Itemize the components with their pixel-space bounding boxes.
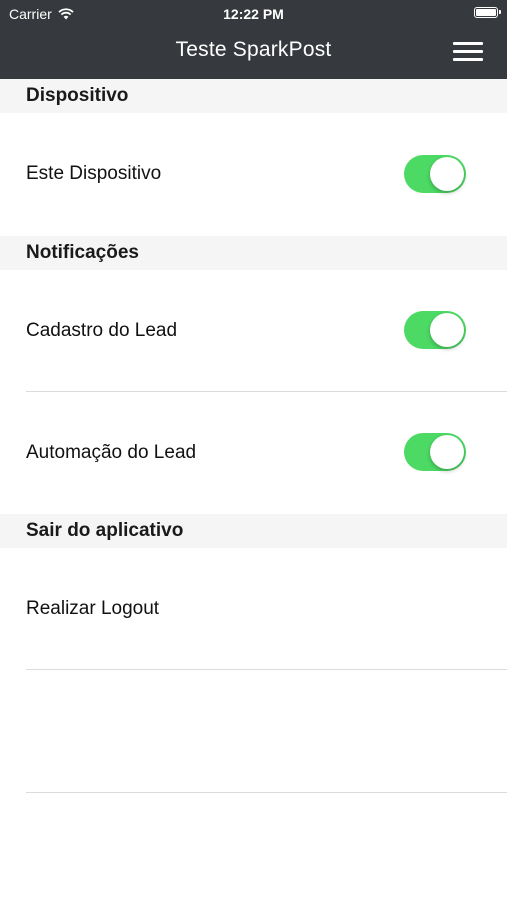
lead-automation-toggle[interactable] [404, 433, 466, 471]
page-title: Teste SparkPost [175, 38, 332, 61]
row-lead-registration: Cadastro do Lead [0, 270, 507, 391]
toggle-knob [430, 157, 464, 191]
empty-row [0, 670, 507, 792]
section-header-device: Dispositivo [0, 79, 507, 113]
toggle-knob [430, 313, 464, 347]
section-header-notifications: Notificações [0, 236, 507, 270]
logout-row[interactable]: Realizar Logout [0, 548, 507, 669]
row-label: Cadastro do Lead [26, 320, 178, 341]
row-label: Automação do Lead [26, 442, 197, 463]
hamburger-menu-icon[interactable] [453, 40, 483, 64]
section-header-exit: Sair do aplicativo [0, 514, 507, 548]
logout-label: Realizar Logout [26, 598, 160, 619]
row-lead-automation: Automação do Lead [0, 392, 507, 514]
menu-line-icon [453, 50, 483, 53]
row-label: Este Dispositivo [26, 163, 162, 184]
status-bar: Carrier 12:22 PM [0, 0, 507, 28]
lead-registration-toggle[interactable] [404, 311, 466, 349]
section-title: Sair do aplicativo [26, 520, 184, 541]
menu-line-icon [453, 58, 483, 61]
section-title: Dispositivo [26, 85, 129, 106]
row-this-device: Este Dispositivo [0, 113, 507, 236]
status-time: 12:22 PM [223, 6, 284, 22]
section-title: Notificações [26, 242, 139, 263]
menu-line-icon [453, 42, 483, 45]
row-divider [26, 792, 507, 793]
battery-icon [474, 7, 501, 18]
navigation-bar: Carrier 12:22 PM Teste SparkPost [0, 0, 507, 79]
toggle-knob [430, 435, 464, 469]
this-device-toggle[interactable] [404, 155, 466, 193]
